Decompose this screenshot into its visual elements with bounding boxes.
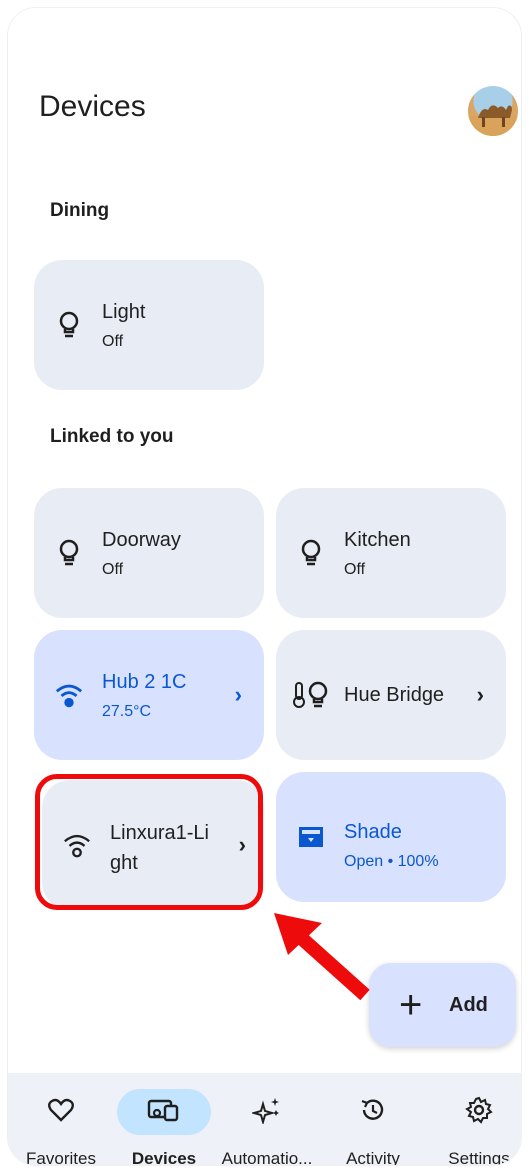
device-name: Light	[102, 301, 146, 323]
wifi-icon	[62, 830, 92, 860]
device-name: Kitchen	[344, 529, 411, 551]
nav-label: Settings	[448, 1149, 510, 1165]
device-status: Open • 100%	[344, 853, 439, 870]
nav-favorites[interactable]: Favorites	[11, 1073, 111, 1165]
chevron-right-icon: ›	[476, 682, 484, 707]
sparkle-icon	[250, 1096, 282, 1129]
device-tile-light[interactable]: Light Off	[34, 260, 264, 390]
section-dining: Dining	[50, 200, 110, 221]
bulb-icon	[296, 538, 326, 568]
device-status: Off	[102, 333, 124, 350]
nav-devices[interactable]: Devices	[114, 1073, 214, 1165]
device-name-line1: Linxura1-Li	[110, 822, 209, 844]
history-icon	[359, 1096, 387, 1129]
device-name: Shade	[344, 821, 402, 843]
nav-automations[interactable]: Automatio...	[217, 1073, 317, 1165]
annotation-arrow	[274, 913, 370, 1001]
devices-icon	[147, 1098, 181, 1127]
device-tile-kitchen[interactable]: Kitchen Off	[276, 488, 506, 618]
device-tile-hub[interactable]: Hub 2 1C 27.5°C ›	[34, 630, 264, 760]
nav-label: Devices	[131, 1149, 197, 1165]
gear-icon	[465, 1096, 493, 1129]
app-frame: Devices Dining Light Off Linked to you D…	[8, 8, 521, 1165]
chevron-right-icon: ›	[238, 832, 246, 857]
nav-label: Favorites	[26, 1149, 96, 1165]
device-name: Hue Bridge	[344, 684, 445, 706]
device-tile-doorway[interactable]: Doorway Off	[34, 488, 264, 618]
device-status: Off	[102, 561, 124, 578]
heart-icon	[48, 1098, 74, 1127]
device-status: 27.5°C	[102, 703, 152, 720]
device-name-line2: ght	[110, 852, 138, 874]
nav-activity[interactable]: Activity	[323, 1073, 423, 1165]
nav-settings[interactable]: Settings	[429, 1073, 521, 1165]
bulb-icon	[54, 538, 84, 568]
avatar[interactable]	[468, 86, 518, 136]
plus-icon: +	[399, 983, 423, 1027]
bulb-icon	[54, 310, 84, 340]
nav-label: Automatio...	[221, 1149, 313, 1165]
device-tile-linxura[interactable]: Linxura1-Li ght ›	[42, 780, 264, 910]
bottom-navigation: Favorites Devices Automatio... Activity …	[8, 1073, 521, 1165]
device-tile-hue-bridge[interactable]: Hue Bridge ›	[276, 630, 506, 760]
device-name: Doorway	[102, 529, 181, 551]
add-button-label: Add	[449, 994, 488, 1016]
nav-label: Activity	[346, 1149, 400, 1165]
page-title: Devices	[39, 90, 146, 123]
device-status: Off	[344, 561, 366, 578]
wifi-icon	[54, 680, 84, 710]
device-tile-shade[interactable]: Shade Open • 100%	[276, 772, 506, 902]
shade-icon	[296, 822, 326, 852]
add-device-button[interactable]: + Add	[369, 963, 516, 1047]
section-linked: Linked to you	[50, 426, 174, 447]
chevron-right-icon: ›	[234, 682, 242, 707]
thermo-bulb-icon	[290, 680, 332, 710]
device-name: Hub 2 1C	[102, 671, 187, 693]
